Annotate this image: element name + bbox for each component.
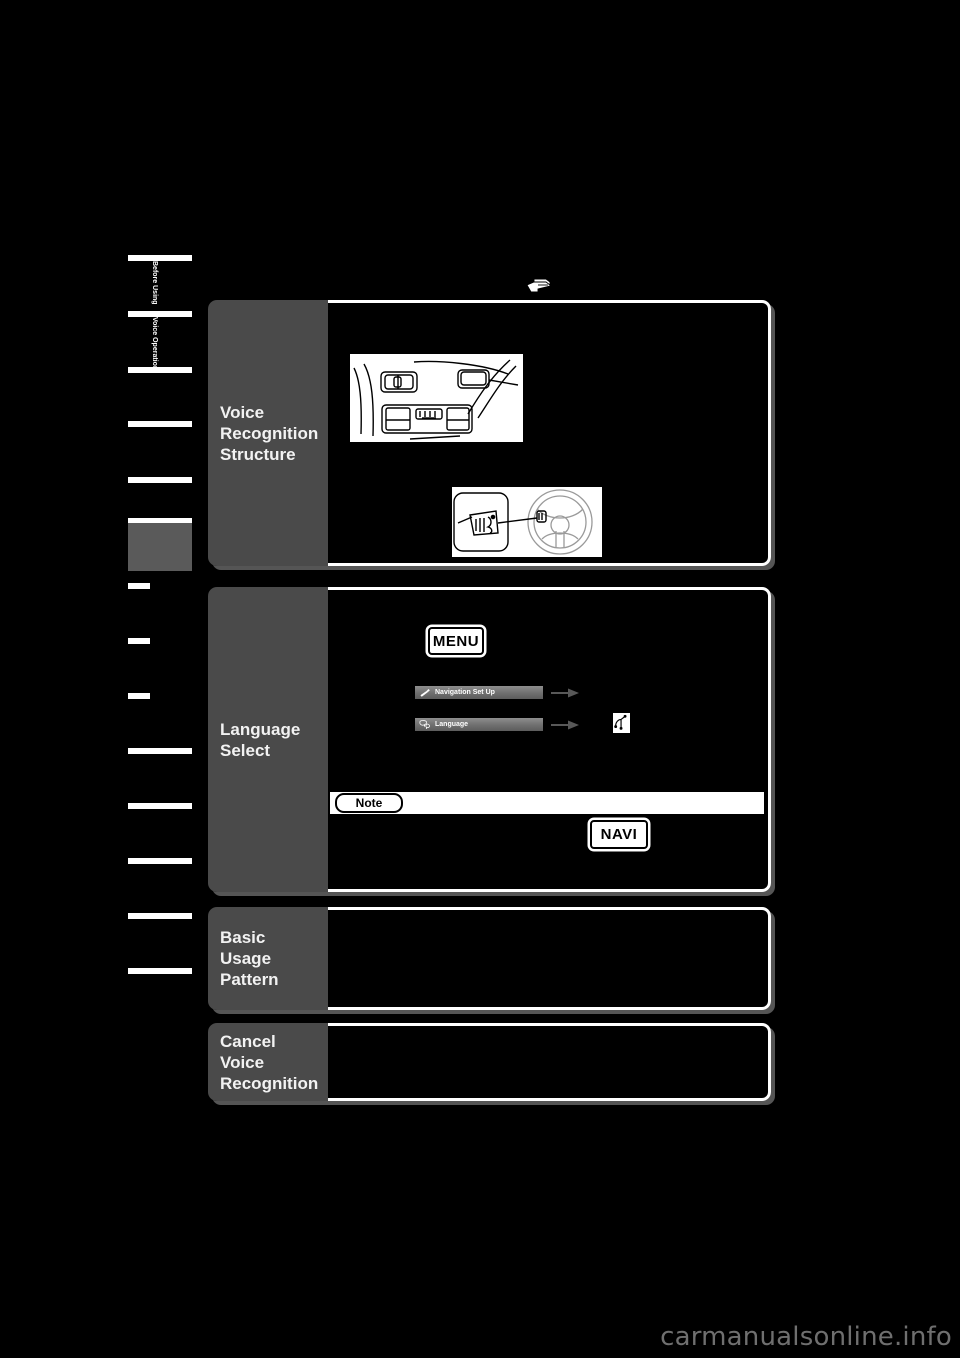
steering-wheel-talk-switch-illustration [452,487,602,557]
section-cancel-voice-recognition: Cancel Voice Recognition [208,1023,771,1101]
note-bar: Note [330,792,764,814]
tab-rule [128,421,192,427]
sidebar-item-active[interactable] [128,523,192,571]
tab-rule [128,913,192,919]
manual-page: Before Using Voice Operation Voice Recog… [0,0,960,1358]
section-title-panel: Cancel Voice Recognition [208,1023,328,1101]
speech-icon [419,720,430,729]
pointing-hand-icon [526,278,551,293]
menu-item-navigation-set-up[interactable]: Navigation Set Up [415,686,543,699]
wrench-icon [420,688,430,697]
section-title: Cancel Voice Recognition [220,1031,319,1093]
tab-rule [128,477,192,483]
section-title-panel: Voice Recognition Structure [208,300,328,566]
tab-rule [128,638,150,644]
menu-hardkey-button[interactable]: MENU [428,627,484,655]
section-title-panel: Language Select [208,587,328,892]
note-label: Note [335,793,403,813]
voice-language-icon [612,712,631,734]
section-content [328,907,771,1010]
tab-rule [128,311,192,317]
tab-rule [128,968,192,974]
arrow-right-icon [551,688,579,698]
menu-item-language[interactable]: Language [415,718,543,731]
section-title-panel: Basic Usage Pattern [208,907,328,1010]
tab-rule [128,255,192,261]
section-basic-usage-pattern: Basic Usage Pattern [208,907,771,1010]
navi-hardkey-button[interactable]: NAVI [590,820,648,849]
section-title: Language Select [220,719,301,760]
tab-rule [128,803,192,809]
section-title: Voice Recognition Structure [220,402,319,464]
index-tab-rail: Before Using Voice Operation [128,255,192,1030]
overhead-console-microphone-illustration [350,354,523,442]
tab-rule [128,748,192,754]
tab-rule [128,858,192,864]
section-content [328,1023,771,1101]
tab-rule [128,583,150,589]
section-content [328,587,771,892]
section-title: Basic Usage Pattern [220,928,279,989]
sidebar-item-voice-operation[interactable]: Voice Operation [150,317,158,397]
menu-item-label: Language [435,721,469,728]
menu-item-label: Navigation Set Up [435,689,495,696]
tab-rule [128,367,192,373]
arrow-right-icon [551,720,579,730]
tab-rule [128,693,150,699]
watermark: carmanualsonline.info [660,1322,952,1352]
section-language-select: Language Select [208,587,771,892]
